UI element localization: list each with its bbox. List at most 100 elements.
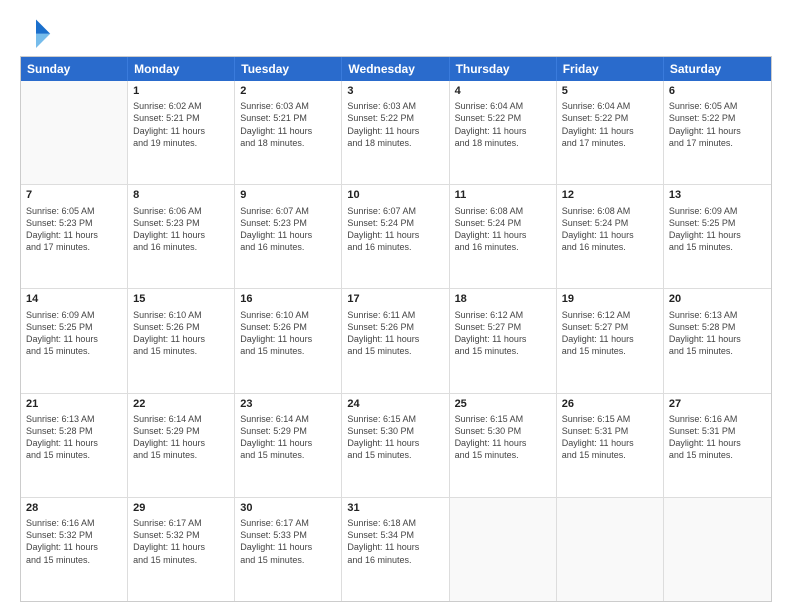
day-number: 11 bbox=[455, 188, 551, 202]
calendar-cell: 15 Sunrise: 6:10 AM Sunset: 5:26 PM Dayli… bbox=[128, 289, 235, 392]
day-number: 14 bbox=[26, 292, 122, 306]
calendar-cell: 7Sunrise: 6:05 AM Sunset: 5:23 PM Daylig… bbox=[21, 185, 128, 288]
day-number: 6 bbox=[669, 84, 766, 98]
calendar-cell bbox=[21, 81, 128, 184]
calendar-cell bbox=[664, 498, 771, 601]
day-info: Sunrise: 6:04 AM Sunset: 5:22 PM Dayligh… bbox=[562, 100, 658, 149]
calendar-cell: 21 Sunrise: 6:13 AM Sunset: 5:28 PM Dayli… bbox=[21, 394, 128, 497]
day-info: Sunrise: 6:13 AM Sunset: 5:28 PM Dayligh… bbox=[669, 309, 766, 358]
calendar-cell: 17 Sunrise: 6:11 AM Sunset: 5:26 PM Dayli… bbox=[342, 289, 449, 392]
day-number: 5 bbox=[562, 84, 658, 98]
day-info: Sunrise: 6:05 AM Sunset: 5:22 PM Dayligh… bbox=[669, 100, 766, 149]
day-info: Sunrise: 6:12 AM Sunset: 5:27 PM Dayligh… bbox=[455, 309, 551, 358]
day-info: Sunrise: 6:05 AM Sunset: 5:23 PM Dayligh… bbox=[26, 205, 122, 254]
calendar-cell: 5 Sunrise: 6:04 AM Sunset: 5:22 PM Daylig… bbox=[557, 81, 664, 184]
calendar-cell: 11 Sunrise: 6:08 AM Sunset: 5:24 PM Dayli… bbox=[450, 185, 557, 288]
day-number: 19 bbox=[562, 292, 658, 306]
calendar-cell: 16 Sunrise: 6:10 AM Sunset: 5:26 PM Dayli… bbox=[235, 289, 342, 392]
day-info: Sunrise: 6:15 AM Sunset: 5:30 PM Dayligh… bbox=[347, 413, 443, 462]
calendar-cell: 13Sunrise: 6:09 AM Sunset: 5:25 PM Dayli… bbox=[664, 185, 771, 288]
day-number: 4 bbox=[455, 84, 551, 98]
logo bbox=[20, 16, 56, 48]
day-number: 3 bbox=[347, 84, 443, 98]
day-info: Sunrise: 6:14 AM Sunset: 5:29 PM Dayligh… bbox=[133, 413, 229, 462]
day-info: Sunrise: 6:04 AM Sunset: 5:22 PM Dayligh… bbox=[455, 100, 551, 149]
header-cell-thursday: Thursday bbox=[450, 57, 557, 81]
calendar-cell: 28Sunrise: 6:16 AM Sunset: 5:32 PM Dayli… bbox=[21, 498, 128, 601]
header bbox=[20, 16, 772, 48]
calendar-cell: 29 Sunrise: 6:17 AM Sunset: 5:32 PM Dayli… bbox=[128, 498, 235, 601]
calendar-cell: 9Sunrise: 6:07 AM Sunset: 5:23 PM Daylig… bbox=[235, 185, 342, 288]
calendar-week-2: 7Sunrise: 6:05 AM Sunset: 5:23 PM Daylig… bbox=[21, 185, 771, 289]
day-number: 2 bbox=[240, 84, 336, 98]
header-cell-saturday: Saturday bbox=[664, 57, 771, 81]
day-info: Sunrise: 6:09 AM Sunset: 5:25 PM Dayligh… bbox=[26, 309, 122, 358]
day-info: Sunrise: 6:07 AM Sunset: 5:24 PM Dayligh… bbox=[347, 205, 443, 254]
header-cell-sunday: Sunday bbox=[21, 57, 128, 81]
day-info: Sunrise: 6:16 AM Sunset: 5:31 PM Dayligh… bbox=[669, 413, 766, 462]
day-number: 12 bbox=[562, 188, 658, 202]
calendar-cell: 20 Sunrise: 6:13 AM Sunset: 5:28 PM Dayli… bbox=[664, 289, 771, 392]
calendar-cell: 6 Sunrise: 6:05 AM Sunset: 5:22 PM Daylig… bbox=[664, 81, 771, 184]
day-info: Sunrise: 6:08 AM Sunset: 5:24 PM Dayligh… bbox=[562, 205, 658, 254]
header-cell-wednesday: Wednesday bbox=[342, 57, 449, 81]
calendar: SundayMondayTuesdayWednesdayThursdayFrid… bbox=[20, 56, 772, 602]
day-number: 10 bbox=[347, 188, 443, 202]
calendar-cell: 30 Sunrise: 6:17 AM Sunset: 5:33 PM Dayli… bbox=[235, 498, 342, 601]
day-number: 29 bbox=[133, 501, 229, 515]
day-info: Sunrise: 6:10 AM Sunset: 5:26 PM Dayligh… bbox=[240, 309, 336, 358]
day-number: 15 bbox=[133, 292, 229, 306]
day-info: Sunrise: 6:15 AM Sunset: 5:30 PM Dayligh… bbox=[455, 413, 551, 462]
calendar-cell: 3 Sunrise: 6:03 AM Sunset: 5:22 PM Daylig… bbox=[342, 81, 449, 184]
calendar-cell: 25 Sunrise: 6:15 AM Sunset: 5:30 PM Dayli… bbox=[450, 394, 557, 497]
day-info: Sunrise: 6:15 AM Sunset: 5:31 PM Dayligh… bbox=[562, 413, 658, 462]
calendar-cell: 4 Sunrise: 6:04 AM Sunset: 5:22 PM Daylig… bbox=[450, 81, 557, 184]
calendar-week-3: 14 Sunrise: 6:09 AM Sunset: 5:25 PM Dayli… bbox=[21, 289, 771, 393]
header-cell-friday: Friday bbox=[557, 57, 664, 81]
day-number: 27 bbox=[669, 397, 766, 411]
day-number: 8 bbox=[133, 188, 229, 202]
calendar-cell: 23 Sunrise: 6:14 AM Sunset: 5:29 PM Dayli… bbox=[235, 394, 342, 497]
day-info: Sunrise: 6:14 AM Sunset: 5:29 PM Dayligh… bbox=[240, 413, 336, 462]
calendar-week-1: 1Sunrise: 6:02 AM Sunset: 5:21 PM Daylig… bbox=[21, 81, 771, 185]
calendar-cell: 1Sunrise: 6:02 AM Sunset: 5:21 PM Daylig… bbox=[128, 81, 235, 184]
header-cell-tuesday: Tuesday bbox=[235, 57, 342, 81]
day-info: Sunrise: 6:18 AM Sunset: 5:34 PM Dayligh… bbox=[347, 517, 443, 566]
calendar-cell: 24 Sunrise: 6:15 AM Sunset: 5:30 PM Dayli… bbox=[342, 394, 449, 497]
day-info: Sunrise: 6:08 AM Sunset: 5:24 PM Dayligh… bbox=[455, 205, 551, 254]
day-info: Sunrise: 6:16 AM Sunset: 5:32 PM Dayligh… bbox=[26, 517, 122, 566]
calendar-cell: 27 Sunrise: 6:16 AM Sunset: 5:31 PM Dayli… bbox=[664, 394, 771, 497]
page: SundayMondayTuesdayWednesdayThursdayFrid… bbox=[0, 0, 792, 612]
calendar-cell: 2Sunrise: 6:03 AM Sunset: 5:21 PM Daylig… bbox=[235, 81, 342, 184]
day-number: 1 bbox=[133, 84, 229, 98]
day-info: Sunrise: 6:03 AM Sunset: 5:22 PM Dayligh… bbox=[347, 100, 443, 149]
day-info: Sunrise: 6:13 AM Sunset: 5:28 PM Dayligh… bbox=[26, 413, 122, 462]
calendar-cell: 14 Sunrise: 6:09 AM Sunset: 5:25 PM Dayli… bbox=[21, 289, 128, 392]
day-number: 16 bbox=[240, 292, 336, 306]
day-number: 21 bbox=[26, 397, 122, 411]
calendar-cell: 19 Sunrise: 6:12 AM Sunset: 5:27 PM Dayli… bbox=[557, 289, 664, 392]
day-number: 30 bbox=[240, 501, 336, 515]
calendar-cell: 10 Sunrise: 6:07 AM Sunset: 5:24 PM Dayli… bbox=[342, 185, 449, 288]
day-info: Sunrise: 6:06 AM Sunset: 5:23 PM Dayligh… bbox=[133, 205, 229, 254]
calendar-cell: 22 Sunrise: 6:14 AM Sunset: 5:29 PM Dayli… bbox=[128, 394, 235, 497]
day-info: Sunrise: 6:12 AM Sunset: 5:27 PM Dayligh… bbox=[562, 309, 658, 358]
calendar-week-5: 28Sunrise: 6:16 AM Sunset: 5:32 PM Dayli… bbox=[21, 498, 771, 601]
day-number: 22 bbox=[133, 397, 229, 411]
day-info: Sunrise: 6:17 AM Sunset: 5:32 PM Dayligh… bbox=[133, 517, 229, 566]
day-number: 23 bbox=[240, 397, 336, 411]
calendar-cell: 31 Sunrise: 6:18 AM Sunset: 5:34 PM Dayli… bbox=[342, 498, 449, 601]
day-info: Sunrise: 6:17 AM Sunset: 5:33 PM Dayligh… bbox=[240, 517, 336, 566]
day-number: 31 bbox=[347, 501, 443, 515]
day-info: Sunrise: 6:10 AM Sunset: 5:26 PM Dayligh… bbox=[133, 309, 229, 358]
day-number: 25 bbox=[455, 397, 551, 411]
day-number: 24 bbox=[347, 397, 443, 411]
day-number: 9 bbox=[240, 188, 336, 202]
calendar-cell: 12 Sunrise: 6:08 AM Sunset: 5:24 PM Dayli… bbox=[557, 185, 664, 288]
calendar-cell bbox=[557, 498, 664, 601]
day-number: 20 bbox=[669, 292, 766, 306]
calendar-body: 1Sunrise: 6:02 AM Sunset: 5:21 PM Daylig… bbox=[21, 81, 771, 601]
day-number: 17 bbox=[347, 292, 443, 306]
day-info: Sunrise: 6:11 AM Sunset: 5:26 PM Dayligh… bbox=[347, 309, 443, 358]
logo-icon bbox=[20, 16, 52, 48]
